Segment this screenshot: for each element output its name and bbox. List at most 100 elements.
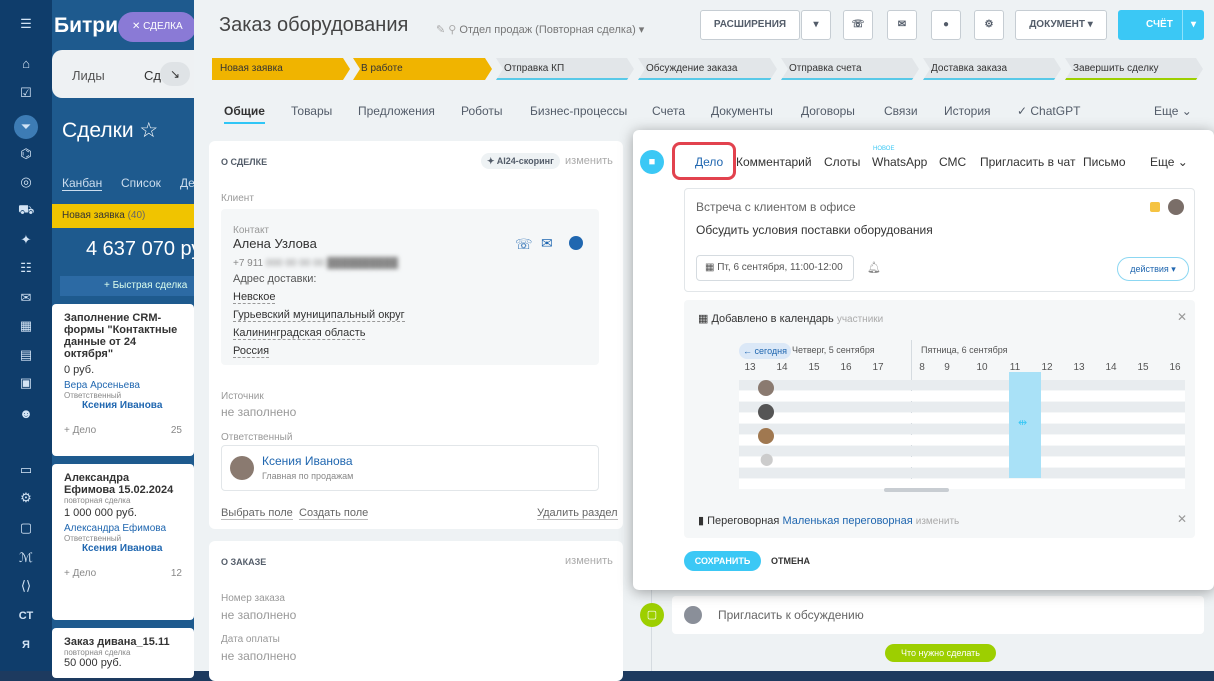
tab-8[interactable]: Связи — [884, 104, 918, 118]
tab-deals[interactable]: Сд — [144, 68, 161, 83]
folder-icon[interactable]: ▣ — [18, 375, 34, 391]
pay-date-value[interactable]: не заполнено — [221, 649, 296, 663]
card-add[interactable]: + Дело 12 — [64, 568, 182, 579]
source-value[interactable]: не заполнено — [221, 405, 296, 419]
order-number-value[interactable]: не заполнено — [221, 608, 296, 622]
card-add[interactable]: + Дело 25 — [64, 425, 182, 436]
avatar[interactable] — [1168, 199, 1184, 215]
view-list[interactable]: Список — [121, 176, 161, 190]
activity-description[interactable]: Обсудить условия поставки оборудования — [696, 223, 933, 237]
room-value[interactable]: Маленькая переговорная — [782, 515, 912, 527]
filter-icon[interactable]: ⏷ — [14, 115, 38, 139]
ai-scoring-badge[interactable]: ✦ AI24-скоринг — [481, 153, 560, 169]
color-picker[interactable] — [1150, 202, 1160, 212]
tab-6[interactable]: Документы — [711, 104, 773, 118]
card-icon[interactable]: ▭ — [18, 462, 34, 478]
change-link[interactable]: изменить — [565, 555, 613, 567]
stage-2[interactable]: В работе — [353, 58, 492, 80]
document-button[interactable]: ДОКУМЕНТ ▾ — [1015, 10, 1107, 40]
stage-1[interactable]: Новая заявка — [212, 58, 350, 80]
collapse-icon[interactable]: ↘ — [160, 62, 190, 86]
phone-icon[interactable]: ☏ — [843, 10, 873, 40]
invite-block[interactable]: Пригласить к обсуждению — [672, 596, 1204, 634]
save-button[interactable]: СОХРАНИТЬ — [684, 551, 761, 571]
stage-7[interactable]: Завершить сделку — [1065, 58, 1203, 80]
phone-icon[interactable]: ☏ — [515, 236, 533, 253]
tab-4[interactable]: Бизнес-процессы — [530, 104, 627, 118]
page-title[interactable]: Заказ оборудования — [219, 14, 408, 37]
tab-5[interactable]: Счета — [652, 104, 685, 118]
target-icon[interactable]: ◎ — [18, 174, 34, 190]
home-icon[interactable]: ⌂ — [18, 56, 34, 72]
card-resp[interactable]: Ксения Иванова — [64, 543, 182, 554]
card-title[interactable]: Заказ дивана_15.11 — [64, 636, 182, 648]
activity-tab-4[interactable]: СМС — [939, 155, 966, 169]
activity-tab-6[interactable]: Письмо — [1083, 155, 1126, 169]
extensions-button[interactable]: РАСШИРЕНИЯ — [700, 10, 800, 40]
activity-tab-2[interactable]: Слоты — [824, 155, 860, 169]
card-title[interactable]: Заполнение CRM-формы "Контактные данные … — [64, 312, 182, 360]
view-kanban[interactable]: Канбан — [62, 176, 103, 191]
actions-dropdown[interactable]: действия ▾ — [1117, 257, 1189, 281]
menu-icon[interactable]: ☰ — [18, 16, 34, 32]
scrollbar[interactable] — [884, 488, 949, 492]
mail-icon[interactable]: ✉ — [887, 10, 917, 40]
tab-10[interactable]: ✓ ChatGPT — [1017, 104, 1080, 118]
bell-icon[interactable]: 🔔︎ — [867, 261, 881, 274]
view-other[interactable]: Де — [180, 176, 195, 190]
today-button[interactable]: ← сегодня — [739, 343, 791, 359]
invite-text[interactable]: Пригласить к обсуждению — [718, 608, 864, 622]
bill-button[interactable]: СЧЁТ ▾ — [1118, 10, 1204, 40]
box-icon[interactable]: ▢ — [18, 520, 34, 536]
mail-icon[interactable]: ✉ — [541, 235, 553, 252]
stage-5[interactable]: Отправка счета — [781, 58, 919, 80]
kanban-card[interactable]: Александра Ефимова 15.02.2024 повторная … — [52, 464, 194, 620]
cancel-button[interactable]: ОТМЕНА — [771, 556, 810, 566]
chat-icon[interactable]: ● — [931, 10, 961, 40]
activity-tab-3[interactable]: WhatsApp — [872, 155, 927, 169]
robot-icon[interactable]: ⚙ — [18, 490, 34, 506]
card-contact[interactable]: Александра Ефимова — [64, 523, 182, 534]
list-icon[interactable]: ☷ — [18, 260, 34, 276]
tab-9[interactable]: История — [944, 104, 991, 118]
card-resp[interactable]: Ксения Иванова — [64, 400, 182, 411]
activity-tab-5[interactable]: Пригласить в чат — [980, 155, 1075, 169]
m-icon[interactable]: ℳ — [18, 550, 34, 566]
room-change-link[interactable]: изменить — [916, 516, 960, 527]
chevron-down-icon[interactable]: ▾ — [801, 10, 831, 40]
tab-3[interactable]: Роботы — [461, 104, 503, 118]
create-field-link[interactable]: Создать поле — [299, 507, 369, 520]
activity-tab-1[interactable]: Комментарий — [736, 155, 812, 169]
activity-tab-7[interactable]: Еще ⌄ — [1150, 155, 1188, 169]
check-icon[interactable]: ☑ — [18, 85, 34, 101]
tab-2[interactable]: Предложения — [358, 104, 435, 118]
address-line[interactable]: Невское — [233, 291, 276, 304]
edit-icon[interactable]: ✎ ⚲ — [436, 24, 459, 36]
tab-0[interactable]: Общие — [224, 104, 265, 124]
gear-icon[interactable]: ⚙ — [974, 10, 1004, 40]
close-icon[interactable]: ✕ — [1177, 512, 1187, 526]
tab-11[interactable]: Еще ⌄ — [1154, 104, 1192, 118]
calendar-icon[interactable]: ▦ — [18, 318, 34, 334]
card-contact[interactable]: Вера Арсеньева — [64, 380, 182, 391]
kanban-card[interactable]: Заполнение CRM-формы "Контактные данные … — [52, 304, 194, 456]
tab-1[interactable]: Товары — [291, 104, 332, 118]
contact-name[interactable]: Алена Узлова — [233, 236, 317, 251]
drag-handle-icon[interactable]: ⇹ — [1018, 416, 1027, 429]
address-line[interactable]: Россия — [233, 345, 270, 358]
tab-leads[interactable]: Лиды — [72, 68, 105, 83]
responsible-name[interactable]: Ксения Иванова — [262, 454, 353, 468]
add-user-icon[interactable] — [684, 606, 702, 624]
choose-field-link[interactable]: Выбрать поле — [221, 507, 293, 520]
stage-3[interactable]: Отправка КП — [496, 58, 634, 80]
close-icon[interactable]: ✕ — [132, 21, 143, 32]
chat-icon[interactable] — [569, 236, 583, 250]
address-line[interactable]: Гурьевский муниципальный округ — [233, 309, 405, 322]
deal-pill[interactable]: ✕ СДЕЛКА — [118, 12, 196, 42]
close-icon[interactable]: ✕ — [1177, 310, 1187, 324]
datetime-picker[interactable]: ▦ Пт, 6 сентября, 11:00-12:00 — [696, 255, 854, 281]
code-icon[interactable]: ⟨⟩ — [18, 578, 34, 594]
delete-section-link[interactable]: Удалить раздел — [537, 507, 618, 520]
activity-title-input[interactable]: Встреча с клиентом в офисе — [696, 200, 856, 214]
document-icon[interactable]: ▤ — [18, 347, 34, 363]
